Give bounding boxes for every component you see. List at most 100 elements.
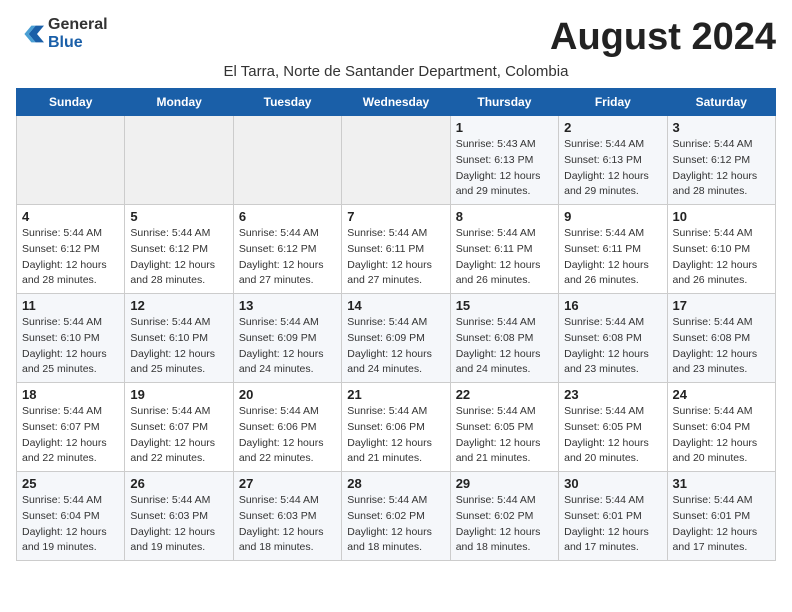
logo-text: General Blue xyxy=(48,16,108,52)
calendar-cell: 3 Sunrise: 5:44 AM Sunset: 6:12 PM Daylig… xyxy=(667,116,775,205)
calendar-cell: 9 Sunrise: 5:44 AM Sunset: 6:11 PM Daylig… xyxy=(559,205,667,294)
day-info: Sunrise: 5:44 AM Sunset: 6:10 PM Dayligh… xyxy=(130,315,227,378)
day-info: Sunrise: 5:44 AM Sunset: 6:13 PM Dayligh… xyxy=(564,137,661,200)
day-number: 9 xyxy=(564,209,661,224)
day-number: 15 xyxy=(456,298,553,313)
calendar-week-row: 4 Sunrise: 5:44 AM Sunset: 6:12 PM Daylig… xyxy=(17,205,776,294)
day-info: Sunrise: 5:44 AM Sunset: 6:05 PM Dayligh… xyxy=(456,404,553,467)
day-number: 24 xyxy=(673,387,770,402)
day-number: 5 xyxy=(130,209,227,224)
calendar-cell: 31Sunrise: 5:44 AM Sunset: 6:01 PM Dayli… xyxy=(667,472,775,561)
calendar-week-row: 18Sunrise: 5:44 AM Sunset: 6:07 PM Dayli… xyxy=(17,383,776,472)
day-number: 11 xyxy=(22,298,119,313)
day-number: 30 xyxy=(564,476,661,491)
calendar-cell: 8 Sunrise: 5:44 AM Sunset: 6:11 PM Daylig… xyxy=(450,205,558,294)
calendar-cell: 22 Sunrise: 5:44 AM Sunset: 6:05 PM Dayli… xyxy=(450,383,558,472)
day-number: 27 xyxy=(239,476,336,491)
calendar-cell: 28 Sunrise: 5:44 AM Sunset: 6:02 PM Dayli… xyxy=(342,472,450,561)
day-number: 22 xyxy=(456,387,553,402)
calendar-week-row: 25Sunrise: 5:44 AM Sunset: 6:04 PM Dayli… xyxy=(17,472,776,561)
day-info: Sunrise: 5:44 AM Sunset: 6:12 PM Dayligh… xyxy=(130,226,227,289)
day-number: 8 xyxy=(456,209,553,224)
day-info: Sunrise: 5:44 AM Sunset: 6:12 PM Dayligh… xyxy=(673,137,770,200)
calendar-cell: 18Sunrise: 5:44 AM Sunset: 6:07 PM Dayli… xyxy=(17,383,125,472)
day-number: 2 xyxy=(564,120,661,135)
day-info: Sunrise: 5:44 AM Sunset: 6:08 PM Dayligh… xyxy=(564,315,661,378)
calendar-cell: 1Sunrise: 5:43 AM Sunset: 6:13 PM Daylig… xyxy=(450,116,558,205)
day-info: Sunrise: 5:44 AM Sunset: 6:09 PM Dayligh… xyxy=(239,315,336,378)
day-info: Sunrise: 5:44 AM Sunset: 6:05 PM Dayligh… xyxy=(564,404,661,467)
calendar-cell: 17 Sunrise: 5:44 AM Sunset: 6:08 PM Dayli… xyxy=(667,294,775,383)
calendar-cell: 10 Sunrise: 5:44 AM Sunset: 6:10 PM Dayli… xyxy=(667,205,775,294)
day-number: 28 xyxy=(347,476,444,491)
calendar-header: SundayMondayTuesdayWednesdayThursdayFrid… xyxy=(17,89,776,116)
day-number: 3 xyxy=(673,120,770,135)
weekday-header: Thursday xyxy=(450,89,558,116)
calendar-cell: 13Sunrise: 5:44 AM Sunset: 6:09 PM Dayli… xyxy=(233,294,341,383)
calendar-cell: 4 Sunrise: 5:44 AM Sunset: 6:12 PM Daylig… xyxy=(17,205,125,294)
day-number: 10 xyxy=(673,209,770,224)
location-subtitle: El Tarra, Norte de Santander Department,… xyxy=(16,63,776,80)
day-number: 6 xyxy=(239,209,336,224)
day-info: Sunrise: 5:44 AM Sunset: 6:01 PM Dayligh… xyxy=(673,493,770,556)
day-info: Sunrise: 5:44 AM Sunset: 6:10 PM Dayligh… xyxy=(22,315,119,378)
calendar-cell: 27 Sunrise: 5:44 AM Sunset: 6:03 PM Dayli… xyxy=(233,472,341,561)
day-info: Sunrise: 5:44 AM Sunset: 6:08 PM Dayligh… xyxy=(456,315,553,378)
day-info: Sunrise: 5:43 AM Sunset: 6:13 PM Dayligh… xyxy=(456,137,553,200)
weekday-header: Wednesday xyxy=(342,89,450,116)
day-number: 20 xyxy=(239,387,336,402)
day-info: Sunrise: 5:44 AM Sunset: 6:12 PM Dayligh… xyxy=(239,226,336,289)
day-info: Sunrise: 5:44 AM Sunset: 6:01 PM Dayligh… xyxy=(564,493,661,556)
month-year-title: August 2024 xyxy=(550,16,776,59)
day-info: Sunrise: 5:44 AM Sunset: 6:03 PM Dayligh… xyxy=(130,493,227,556)
calendar-cell: 5 Sunrise: 5:44 AM Sunset: 6:12 PM Daylig… xyxy=(125,205,233,294)
weekday-header: Monday xyxy=(125,89,233,116)
day-info: Sunrise: 5:44 AM Sunset: 6:03 PM Dayligh… xyxy=(239,493,336,556)
day-number: 29 xyxy=(456,476,553,491)
day-number: 4 xyxy=(22,209,119,224)
calendar-week-row: 11 Sunrise: 5:44 AM Sunset: 6:10 PM Dayli… xyxy=(17,294,776,383)
day-number: 17 xyxy=(673,298,770,313)
weekday-header: Saturday xyxy=(667,89,775,116)
calendar-cell: 30 Sunrise: 5:44 AM Sunset: 6:01 PM Dayli… xyxy=(559,472,667,561)
calendar-table: SundayMondayTuesdayWednesdayThursdayFrid… xyxy=(16,88,776,561)
day-info: Sunrise: 5:44 AM Sunset: 6:10 PM Dayligh… xyxy=(673,226,770,289)
day-info: Sunrise: 5:44 AM Sunset: 6:04 PM Dayligh… xyxy=(673,404,770,467)
calendar-cell: 6 Sunrise: 5:44 AM Sunset: 6:12 PM Daylig… xyxy=(233,205,341,294)
day-number: 14 xyxy=(347,298,444,313)
calendar-cell: 15 Sunrise: 5:44 AM Sunset: 6:08 PM Dayli… xyxy=(450,294,558,383)
day-info: Sunrise: 5:44 AM Sunset: 6:02 PM Dayligh… xyxy=(456,493,553,556)
calendar-cell xyxy=(125,116,233,205)
day-number: 23 xyxy=(564,387,661,402)
day-info: Sunrise: 5:44 AM Sunset: 6:12 PM Dayligh… xyxy=(22,226,119,289)
logo: General Blue xyxy=(16,16,108,52)
calendar-cell: 21 Sunrise: 5:44 AM Sunset: 6:06 PM Dayli… xyxy=(342,383,450,472)
day-info: Sunrise: 5:44 AM Sunset: 6:08 PM Dayligh… xyxy=(673,315,770,378)
calendar-cell: 16 Sunrise: 5:44 AM Sunset: 6:08 PM Dayli… xyxy=(559,294,667,383)
day-info: Sunrise: 5:44 AM Sunset: 6:11 PM Dayligh… xyxy=(347,226,444,289)
day-info: Sunrise: 5:44 AM Sunset: 6:11 PM Dayligh… xyxy=(564,226,661,289)
calendar-cell xyxy=(17,116,125,205)
calendar-cell: 24 Sunrise: 5:44 AM Sunset: 6:04 PM Dayli… xyxy=(667,383,775,472)
day-info: Sunrise: 5:44 AM Sunset: 6:06 PM Dayligh… xyxy=(347,404,444,467)
calendar-cell: 25Sunrise: 5:44 AM Sunset: 6:04 PM Dayli… xyxy=(17,472,125,561)
day-number: 21 xyxy=(347,387,444,402)
calendar-cell: 19Sunrise: 5:44 AM Sunset: 6:07 PM Dayli… xyxy=(125,383,233,472)
calendar-cell: 29 Sunrise: 5:44 AM Sunset: 6:02 PM Dayli… xyxy=(450,472,558,561)
weekday-header: Friday xyxy=(559,89,667,116)
day-info: Sunrise: 5:44 AM Sunset: 6:06 PM Dayligh… xyxy=(239,404,336,467)
calendar-cell: 23 Sunrise: 5:44 AM Sunset: 6:05 PM Dayli… xyxy=(559,383,667,472)
weekday-header: Sunday xyxy=(17,89,125,116)
day-info: Sunrise: 5:44 AM Sunset: 6:07 PM Dayligh… xyxy=(22,404,119,467)
calendar-cell: 2 Sunrise: 5:44 AM Sunset: 6:13 PM Daylig… xyxy=(559,116,667,205)
day-info: Sunrise: 5:44 AM Sunset: 6:09 PM Dayligh… xyxy=(347,315,444,378)
calendar-body: 1Sunrise: 5:43 AM Sunset: 6:13 PM Daylig… xyxy=(17,116,776,561)
day-info: Sunrise: 5:44 AM Sunset: 6:07 PM Dayligh… xyxy=(130,404,227,467)
logo-icon xyxy=(16,20,44,48)
day-info: Sunrise: 5:44 AM Sunset: 6:02 PM Dayligh… xyxy=(347,493,444,556)
weekday-row: SundayMondayTuesdayWednesdayThursdayFrid… xyxy=(17,89,776,116)
calendar-cell: 26Sunrise: 5:44 AM Sunset: 6:03 PM Dayli… xyxy=(125,472,233,561)
calendar-cell: 20 Sunrise: 5:44 AM Sunset: 6:06 PM Dayli… xyxy=(233,383,341,472)
day-number: 16 xyxy=(564,298,661,313)
day-info: Sunrise: 5:44 AM Sunset: 6:11 PM Dayligh… xyxy=(456,226,553,289)
